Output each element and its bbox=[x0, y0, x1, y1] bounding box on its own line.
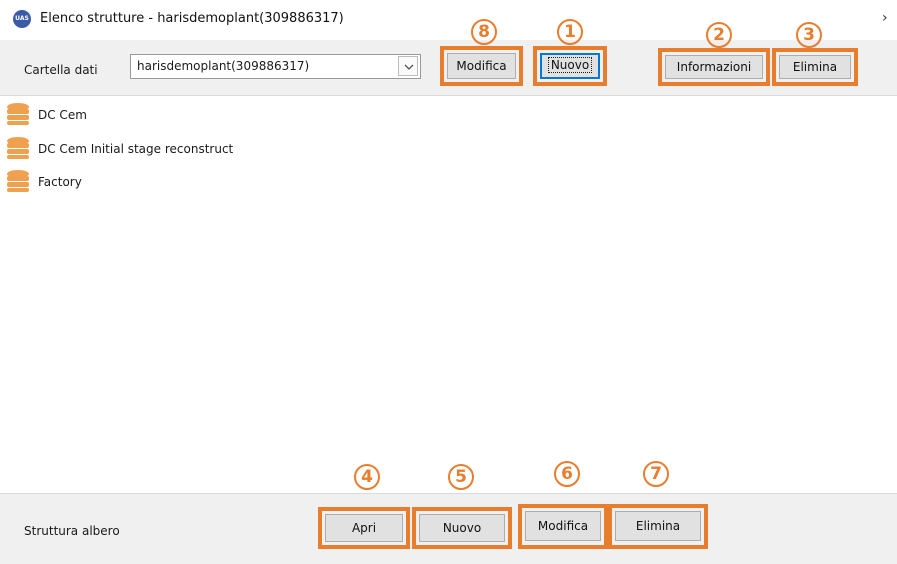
info-button[interactable]: Informazioni bbox=[665, 55, 763, 79]
database-icon bbox=[7, 137, 29, 159]
callout-badge-1: 1 bbox=[555, 18, 585, 45]
callout-badge-6: 6 bbox=[552, 460, 582, 487]
callout-badge-8: 8 bbox=[469, 18, 499, 45]
list-item[interactable]: Factory bbox=[6, 168, 266, 194]
open-structure-button[interactable]: Apri bbox=[325, 514, 403, 542]
edit-folder-button[interactable]: Modifica bbox=[447, 53, 516, 79]
list-item[interactable]: DC Cem bbox=[6, 101, 266, 127]
close-icon[interactable]: › bbox=[882, 9, 888, 27]
list-item-label: DC Cem bbox=[38, 108, 87, 122]
callout-badge-3: 3 bbox=[794, 21, 824, 48]
new-structure-button[interactable]: Nuovo bbox=[419, 514, 505, 542]
app-icon: UAS bbox=[13, 10, 31, 28]
callout-badge-7: 7 bbox=[641, 460, 671, 487]
list-item[interactable]: DC Cem Initial stage reconstruct bbox=[6, 135, 266, 161]
tree-structure-label: Struttura albero bbox=[24, 524, 120, 538]
data-folder-value: harisdemoplant(309886317) bbox=[137, 59, 310, 73]
list-item-label: Factory bbox=[38, 175, 82, 189]
callout-badge-2: 2 bbox=[704, 21, 734, 48]
delete-structure-button[interactable]: Elimina bbox=[615, 511, 701, 541]
callout-badge-5: 5 bbox=[446, 463, 476, 490]
delete-folder-button[interactable]: Elimina bbox=[779, 55, 851, 79]
window-title: Elenco strutture - harisdemoplant(309886… bbox=[40, 11, 344, 26]
edit-structure-button[interactable]: Modifica bbox=[525, 511, 601, 541]
new-folder-button[interactable]: Nuovo bbox=[540, 53, 600, 79]
chevron-down-icon[interactable] bbox=[398, 56, 418, 76]
data-folder-label: Cartella dati bbox=[24, 63, 98, 77]
callout-badge-4: 4 bbox=[352, 463, 382, 490]
database-icon bbox=[7, 170, 29, 192]
database-icon bbox=[7, 103, 29, 125]
list-item-label: DC Cem Initial stage reconstruct bbox=[38, 142, 234, 156]
